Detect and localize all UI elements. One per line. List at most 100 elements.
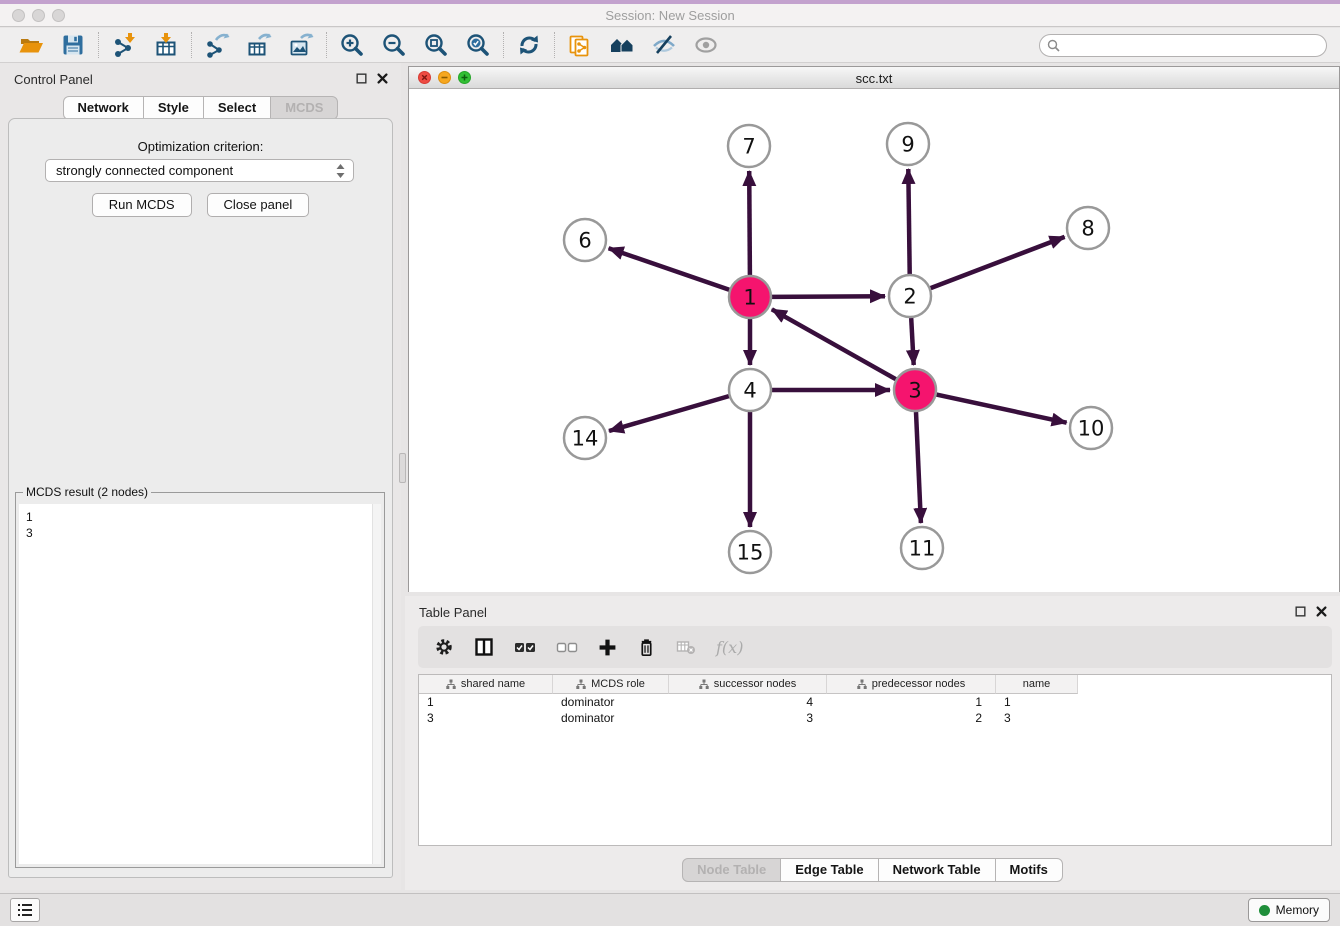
result-scrollbar[interactable] [372, 504, 381, 864]
delete-table-icon[interactable] [676, 639, 696, 655]
graph-node-label: 7 [742, 134, 755, 158]
table-panel: Table Panel [405, 596, 1340, 890]
save-session-icon[interactable] [60, 32, 86, 58]
close-panel-button[interactable]: Close panel [207, 193, 310, 217]
titlebar: Session: New Session [0, 0, 1340, 27]
zoom-fit-icon[interactable] [423, 32, 449, 58]
tab-mcds[interactable]: MCDS [270, 96, 338, 120]
cell-successor-nodes: 3 [669, 710, 827, 726]
column-type-icon [857, 679, 867, 689]
network-window-title: scc.txt [409, 71, 1339, 86]
apply-layout-refresh-icon[interactable] [516, 32, 542, 58]
tab-select[interactable]: Select [203, 96, 271, 120]
column-label: successor nodes [714, 678, 797, 690]
optimization-criterion-label: Optimization criterion: [9, 139, 392, 154]
tab-network-table[interactable]: Network Table [878, 858, 996, 882]
task-history-button[interactable] [10, 898, 40, 922]
split-columns-icon[interactable] [474, 637, 494, 657]
graph-edge-3-11[interactable] [916, 412, 921, 523]
first-neighbors-icon[interactable] [609, 32, 635, 58]
zoom-in-icon[interactable] [339, 32, 365, 58]
column-label: predecessor nodes [872, 678, 966, 690]
select-stepper-icon [336, 164, 345, 178]
toolbar-separator [98, 32, 99, 58]
graph-edge-3-1[interactable] [772, 309, 896, 379]
graph-edge-1-6[interactable] [609, 248, 730, 290]
graph-edge-2-8[interactable] [931, 237, 1065, 288]
graph-edge-3-10[interactable] [937, 395, 1067, 423]
graph-node-label: 1 [743, 285, 756, 309]
tab-network[interactable]: Network [63, 96, 144, 120]
graph-edge-2-9[interactable] [908, 169, 909, 274]
open-session-icon[interactable] [18, 32, 44, 58]
graph-edge-1-7[interactable] [749, 171, 750, 275]
new-network-from-selection-icon[interactable] [567, 32, 593, 58]
zoom-selected-icon[interactable] [465, 32, 491, 58]
graph-node-label: 4 [743, 378, 756, 402]
delete-column-icon[interactable] [637, 638, 656, 657]
zoom-out-icon[interactable] [381, 32, 407, 58]
tab-edge-table[interactable]: Edge Table [780, 858, 878, 882]
toolbar-separator [554, 32, 555, 58]
cell-successor-nodes: 4 [669, 694, 827, 710]
column-header-successor-nodes[interactable]: successor nodes [669, 675, 827, 694]
network-window-titlebar[interactable]: scc.txt [409, 67, 1339, 89]
graph-edge-2-3[interactable] [911, 318, 914, 365]
import-table-icon[interactable] [153, 32, 179, 58]
show-all-icon[interactable] [693, 32, 719, 58]
function-builder-icon[interactable]: f(x) [716, 638, 743, 657]
memory-button[interactable]: Memory [1248, 898, 1330, 922]
export-network-icon[interactable] [204, 32, 230, 58]
mcds-result-line: 1 [26, 509, 381, 525]
column-label: MCDS role [591, 678, 645, 690]
network-graph: 1234678910111415 [409, 89, 1339, 592]
mcds-result-group: MCDS result (2 nodes) 1 3 [15, 492, 385, 868]
close-table-panel-icon[interactable] [1315, 605, 1328, 618]
table-panel-title: Table Panel [419, 605, 487, 620]
column-header-shared-name[interactable]: shared name [419, 675, 553, 694]
graph-node-label: 10 [1078, 416, 1105, 440]
cell-name: 3 [996, 710, 1078, 726]
graph-edge-4-14[interactable] [609, 396, 729, 431]
deselect-all-checkboxes-icon[interactable] [556, 639, 578, 655]
network-canvas[interactable]: 1234678910111415 [409, 89, 1339, 592]
node-table-header: shared name MCDS role successor nodes pr… [419, 675, 1331, 694]
tab-motifs[interactable]: Motifs [995, 858, 1063, 882]
column-header-name[interactable]: name [996, 675, 1078, 694]
cell-mcds-role: dominator [553, 694, 669, 710]
graph-node-label: 14 [572, 426, 599, 450]
export-image-icon[interactable] [288, 32, 314, 58]
gear-icon[interactable] [434, 637, 454, 657]
node-table: shared name MCDS role successor nodes pr… [418, 674, 1332, 846]
criterion-select[interactable]: strongly connected component [45, 159, 354, 182]
column-label: shared name [461, 678, 525, 690]
mcds-result-line: 3 [26, 525, 381, 541]
run-mcds-button[interactable]: Run MCDS [92, 193, 192, 217]
float-panel-icon[interactable] [355, 72, 368, 85]
tab-style[interactable]: Style [143, 96, 204, 120]
column-header-predecessor-nodes[interactable]: predecessor nodes [827, 675, 996, 694]
graph-node-label: 15 [737, 540, 764, 564]
graph-node-label: 2 [903, 284, 916, 308]
tab-node-table[interactable]: Node Table [682, 858, 781, 882]
hide-selected-icon[interactable] [651, 32, 677, 58]
graph-node-label: 9 [901, 132, 914, 156]
graph-edge-1-2[interactable] [772, 296, 885, 297]
table-row[interactable]: 1 dominator 4 1 1 [419, 694, 1331, 710]
mcds-result-box[interactable]: 1 3 [19, 504, 381, 864]
panel-splitter-handle[interactable] [399, 453, 406, 483]
column-header-mcds-role[interactable]: MCDS role [553, 675, 669, 694]
close-panel-icon[interactable] [376, 72, 389, 85]
export-table-icon[interactable] [246, 32, 272, 58]
add-column-icon[interactable] [598, 638, 617, 657]
graph-node-label: 6 [578, 228, 591, 252]
control-panel-title: Control Panel [14, 72, 93, 87]
table-toolbar: f(x) [418, 626, 1332, 668]
criterion-value: strongly connected component [56, 163, 233, 178]
table-row[interactable]: 3 dominator 3 2 3 [419, 710, 1331, 726]
import-network-icon[interactable] [111, 32, 137, 58]
select-all-checkboxes-icon[interactable] [514, 639, 536, 655]
search-input[interactable] [1065, 39, 1326, 53]
search-field[interactable] [1039, 34, 1327, 57]
float-table-panel-icon[interactable] [1294, 605, 1307, 618]
